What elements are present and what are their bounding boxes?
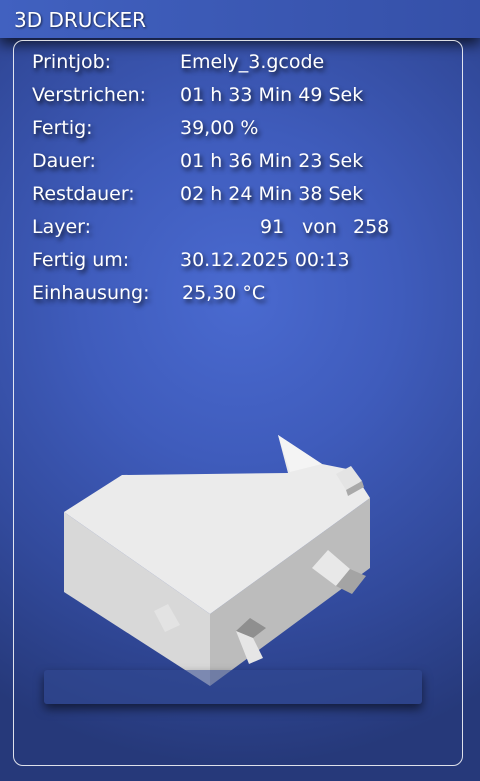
- duration-value: 01 h 36 Min 23 Sek: [180, 150, 364, 172]
- elapsed-value: 01 h 33 Min 49 Sek: [180, 84, 364, 106]
- layer-row: Layer: 91 von 258: [14, 216, 454, 246]
- layer-total: 258: [353, 216, 390, 238]
- printer-status-card: Printjob: Emely_3.gcode Verstrichen: 01 …: [13, 40, 463, 766]
- elapsed-label: Verstrichen:: [32, 84, 147, 106]
- remaining-row: Restdauer: 02 h 24 Min 38 Sek: [14, 183, 454, 213]
- model-preview-svg: [64, 435, 370, 686]
- enclosure-row: Einhausung: 25,30 °C: [14, 282, 454, 312]
- printjob-value: Emely_3.gcode: [180, 51, 325, 73]
- progress-value: 39,00 %: [180, 117, 259, 139]
- bottom-panel: [44, 670, 422, 704]
- enclosure-value: 25,30 °C: [182, 282, 266, 304]
- printjob-label: Printjob:: [32, 51, 112, 73]
- finish-at-label: Fertig um:: [32, 249, 130, 271]
- layer-separator: von: [302, 216, 337, 238]
- finish-at-value: 30.12.2025 00:13: [180, 249, 350, 271]
- finish-at-row: Fertig um: 30.12.2025 00:13: [14, 249, 454, 279]
- elapsed-row: Verstrichen: 01 h 33 Min 49 Sek: [14, 84, 454, 114]
- remaining-value: 02 h 24 Min 38 Sek: [180, 183, 364, 205]
- duration-row: Dauer: 01 h 36 Min 23 Sek: [14, 150, 454, 180]
- progress-label: Fertig:: [32, 117, 93, 139]
- layer-current: 91: [260, 216, 285, 238]
- layer-label: Layer:: [32, 216, 92, 238]
- printjob-row: Printjob: Emely_3.gcode: [14, 51, 454, 81]
- model-preview-icon: [64, 426, 394, 690]
- progress-row: Fertig: 39,00 %: [14, 117, 454, 147]
- header-bar: 3D DRUCKER: [0, 0, 480, 38]
- page-title: 3D DRUCKER: [14, 8, 147, 32]
- enclosure-label: Einhausung:: [32, 282, 150, 304]
- duration-label: Dauer:: [32, 150, 96, 172]
- remaining-label: Restdauer:: [32, 183, 135, 205]
